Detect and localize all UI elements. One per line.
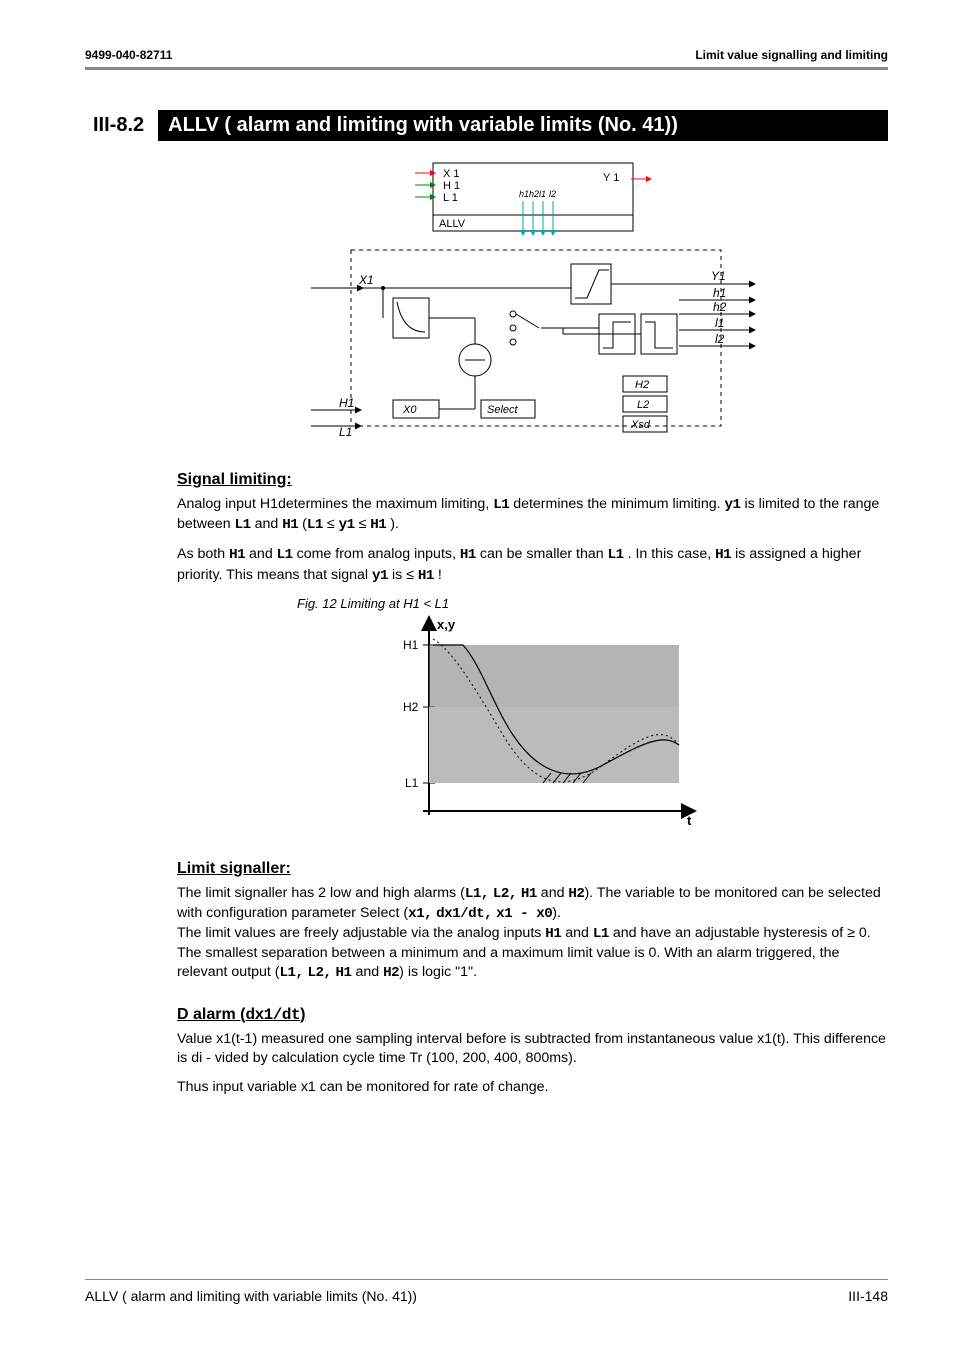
svg-text:L1: L1 bbox=[405, 776, 419, 790]
page-header: 9499-040-82711 Limit value signalling an… bbox=[85, 48, 888, 65]
d-alarm-heading: D alarm (dx1/dt) bbox=[177, 1006, 888, 1024]
signal-limiting-p1: Analog input H1determines the maximum li… bbox=[177, 495, 888, 535]
svg-text:H1: H1 bbox=[339, 396, 354, 410]
svg-text:h2: h2 bbox=[529, 189, 539, 199]
header-doc-id: 9499-040-82711 bbox=[85, 48, 172, 62]
fig12-caption: Fig. 12 Limiting at H1 < L1 bbox=[297, 596, 888, 611]
block-label: ALLV bbox=[439, 218, 466, 230]
header-title: Limit value signalling and limiting bbox=[695, 48, 888, 62]
svg-text:l1: l1 bbox=[539, 189, 546, 199]
svg-text:h1: h1 bbox=[519, 189, 529, 199]
svg-text:x,y: x,y bbox=[437, 617, 456, 632]
svg-text:l2: l2 bbox=[715, 332, 725, 346]
d-alarm-p2: Thus input variable x1 can be monitored … bbox=[177, 1078, 888, 1097]
page-footer: ALLV ( alarm and limiting with variable … bbox=[85, 1279, 888, 1304]
svg-text:L1: L1 bbox=[339, 425, 352, 439]
block-symbol-svg: X 1 H 1 L 1 Y 1 ALLV h1h2 l1l2 bbox=[413, 159, 653, 237]
svg-text:Y1: Y1 bbox=[711, 269, 726, 283]
footer-left: ALLV ( alarm and limiting with variable … bbox=[85, 1288, 417, 1304]
footer-rule bbox=[85, 1279, 888, 1280]
footer-right: III-148 bbox=[848, 1288, 888, 1304]
svg-text:H2: H2 bbox=[403, 700, 419, 714]
svg-text:Select: Select bbox=[487, 404, 519, 416]
block-diagram: X 1 H 1 L 1 Y 1 ALLV h1h2 l1l2 bbox=[177, 159, 888, 447]
schematic-svg: X1 H1 L1 X0 Select H2 L2 Xsd bbox=[303, 242, 763, 442]
header-rule bbox=[85, 67, 888, 70]
content-area: X 1 H 1 L 1 Y 1 ALLV h1h2 l1l2 bbox=[177, 159, 888, 1097]
d-alarm-p1: Value x1(t-1) measured one sampling inte… bbox=[177, 1030, 888, 1068]
inp-x1: X 1 bbox=[443, 168, 460, 180]
out-y1: Y 1 bbox=[603, 172, 619, 184]
svg-text:l1: l1 bbox=[715, 316, 724, 330]
signal-limiting-heading: Signal limiting: bbox=[177, 471, 888, 489]
svg-text:t: t bbox=[687, 813, 692, 828]
section-heading: III-8.2 ALLV ( alarm and limiting with v… bbox=[85, 110, 888, 141]
svg-text:H2: H2 bbox=[635, 379, 649, 391]
fig12: Fig. 12 Limiting at H1 < L1 x,y t H1 H2 … bbox=[177, 596, 888, 840]
svg-text:h2: h2 bbox=[713, 300, 727, 314]
limit-signaller-heading: Limit signaller: bbox=[177, 860, 888, 878]
svg-text:X1: X1 bbox=[358, 273, 374, 287]
inp-l1: L 1 bbox=[443, 192, 458, 204]
svg-text:l2: l2 bbox=[549, 189, 556, 199]
signal-limiting-p2: As both H1 and L1 come from analog input… bbox=[177, 545, 888, 585]
svg-text:X0: X0 bbox=[402, 404, 417, 416]
svg-text:H1: H1 bbox=[403, 638, 419, 652]
svg-text:h1: h1 bbox=[713, 286, 726, 300]
fig12-svg: x,y t H1 H2 L1 bbox=[363, 615, 703, 835]
svg-text:Xsd: Xsd bbox=[630, 419, 651, 431]
section-title: ALLV ( alarm and limiting with variable … bbox=[158, 110, 888, 141]
section-number: III-8.2 bbox=[85, 110, 158, 141]
inp-h1: H 1 bbox=[443, 180, 460, 192]
svg-text:L2: L2 bbox=[637, 399, 649, 411]
limit-signaller-p1: The limit signaller has 2 low and high a… bbox=[177, 884, 888, 984]
